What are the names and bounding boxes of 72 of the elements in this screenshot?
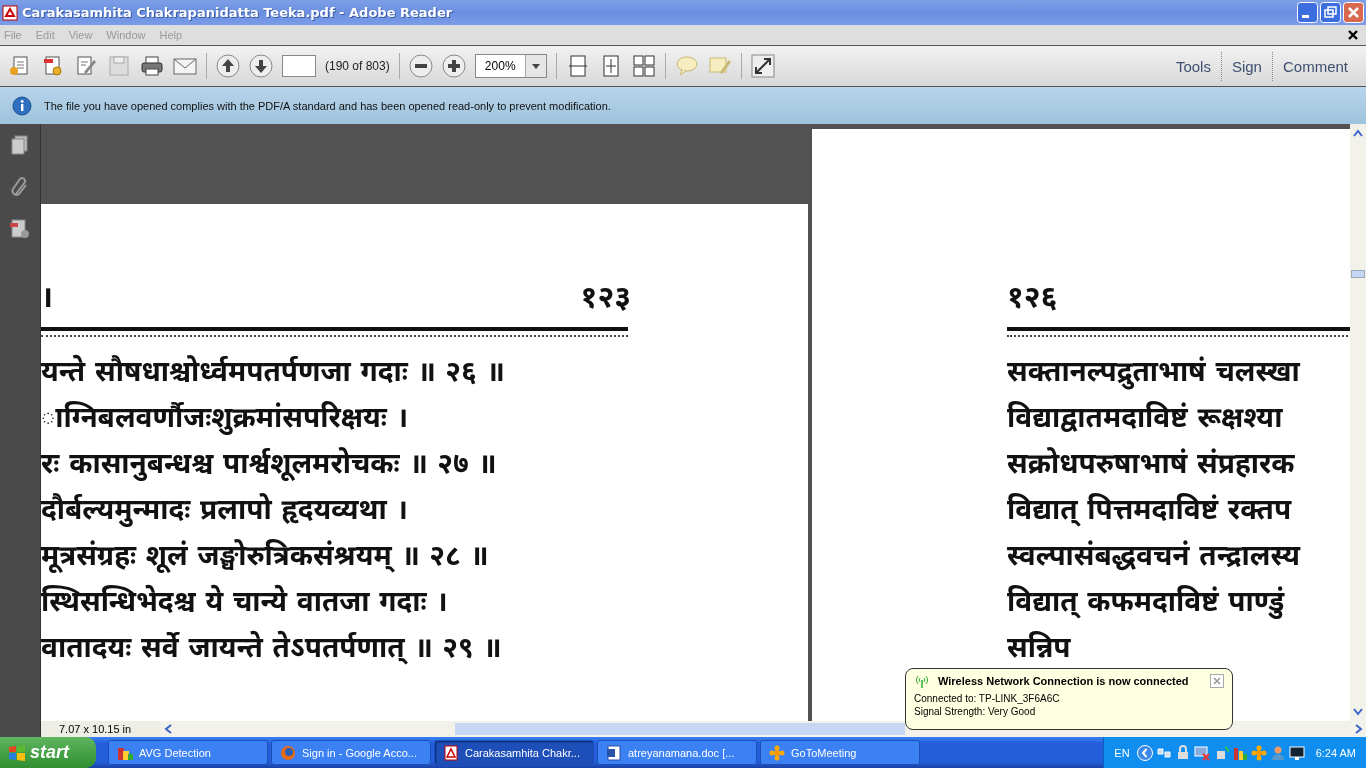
page-header-mark: ।: [41, 279, 54, 316]
two-pages-icon[interactable]: [631, 54, 656, 78]
window-title: Carakasamhita Chakrapanidatta Teeka.pdf - Adobe Reader: [22, 5, 454, 20]
info-message: The file you have opened complies with the PDF/A standard and has been opened read-only to prevent modification.: [44, 99, 611, 112]
verse-line: विद्याद्वातमदाविष्टं रूक्षश्या: [1007, 400, 1284, 436]
language-indicator[interactable]: EN: [1114, 746, 1130, 759]
restore-button[interactable]: [1320, 2, 1341, 23]
verse-line: विद्यात् पित्तमदाविष्टं रक्तप: [1007, 492, 1293, 529]
taskbar-button[interactable]: atreyanamana.doc [...: [597, 740, 757, 765]
zoom-dropdown[interactable]: 200%: [474, 54, 547, 78]
close-icon[interactable]: [1348, 30, 1358, 40]
zoom-out-icon[interactable]: [408, 54, 433, 78]
menu-item[interactable]: File: [4, 29, 22, 41]
notification-title: Wireless Network Connection is now connected: [938, 675, 1190, 687]
taskbar-button[interactable]: Sign in - Google Acco...: [271, 740, 431, 765]
info-icon: [12, 95, 32, 116]
vertical-scrollbar[interactable]: [1350, 124, 1366, 721]
document-gear-icon[interactable]: [41, 54, 65, 78]
taskbar-button[interactable]: Carakasamhita Chakr...: [434, 740, 594, 765]
verse-line: सक्रोधपरुषाभाषं संप्रहारक: [1007, 446, 1296, 482]
menu-item[interactable]: View: [68, 29, 93, 41]
menu-item[interactable]: Help: [159, 29, 183, 41]
monitor-icon[interactable]: [1288, 744, 1305, 761]
minimize-button[interactable]: [1297, 2, 1318, 23]
globe-icon: [280, 744, 296, 761]
taskbar-button[interactable]: AVG Detection: [108, 740, 268, 765]
panel-link[interactable]: Tools: [1165, 51, 1221, 81]
edit-document-icon[interactable]: [74, 54, 98, 78]
page-count: (190 of 803): [325, 59, 390, 73]
taskbar-button[interactable]: GoToMeeting: [760, 740, 920, 765]
verse-line: स्थिसन्धिभेदश्च ये चान्ये वातजा गदाः ।: [41, 583, 449, 620]
menu-item[interactable]: Window: [106, 29, 146, 41]
verse-line: यन्ते सौषधाश्चोर्ध्वमपतर्पणजा गदाः ॥ २६ ॥: [41, 353, 506, 390]
verse-line: रः कासानुबन्धश्च पार्श्वशूलमरोचकः ॥ २७ ॥: [41, 446, 498, 483]
notification-text: Connected to: TP-LINK_3F6A6C: [914, 692, 1061, 705]
page-number-field[interactable]: [282, 55, 316, 77]
verse-line: सन्निप: [1007, 630, 1072, 666]
verse-line: दौर्बल्यमुन्मादः प्रलापो हृदयव्यथा ।: [41, 492, 409, 529]
flower-icon[interactable]: [1250, 744, 1267, 761]
document-icon: [606, 744, 622, 761]
previous-page-icon[interactable]: [216, 54, 240, 78]
verse-line: विद्यात् कफमदाविष्टं पाण्डुं: [1007, 584, 1286, 621]
signature-document-icon[interactable]: [9, 218, 31, 240]
pages-icon[interactable]: [9, 134, 31, 156]
verse-line: वातादयः सर्वे जायन्ते तेऽपतर्पणात् ॥ २९ ॥: [41, 629, 503, 667]
verse-line: मूत्रसंग्रहः शूलं जङ्घोरुत्रिकसंश्रयम् ॥ २८ ॥: [41, 538, 490, 575]
full-screen-icon[interactable]: [750, 54, 775, 78]
caret-icon: [531, 63, 540, 69]
close-button[interactable]: [1343, 2, 1364, 23]
page-number: १२३: [580, 279, 631, 316]
flower-icon: [769, 744, 785, 761]
page-size-label: 7.07 x 10.15 in: [58, 723, 133, 735]
wireless-icon: [914, 674, 930, 688]
verse-line: स्वल्पासंबद्धवचनं तन्द्रालस्य: [1007, 538, 1302, 574]
windows-logo-icon: [8, 743, 26, 762]
scroll-thumb[interactable]: [455, 723, 905, 735]
clock: 6:24 AM: [1315, 746, 1356, 759]
panel-link[interactable]: Comment: [1271, 51, 1358, 81]
zoom-in-icon[interactable]: [441, 54, 466, 78]
menu-item[interactable]: Edit: [35, 29, 55, 41]
next-page-icon[interactable]: [249, 54, 273, 78]
scroll-thumb[interactable]: [1351, 270, 1365, 278]
expand-tray-icon[interactable]: [1136, 744, 1153, 761]
page-number: १२६: [1007, 279, 1058, 316]
verse-line: ाग्निबलवर्णौजःशुक्रमांसपरिक्षयः ।: [41, 400, 409, 437]
panel-link[interactable]: Sign: [1220, 51, 1272, 81]
pdf-icon: [2, 4, 18, 21]
print-icon[interactable]: [140, 54, 164, 78]
verse-line: सक्तानल्पद्रुताभाषं चलस्खा: [1007, 354, 1302, 392]
notification-text: Signal Strength: Very Good: [914, 705, 1037, 718]
pdf-icon: [443, 744, 459, 761]
start-button[interactable]: start: [0, 737, 96, 768]
